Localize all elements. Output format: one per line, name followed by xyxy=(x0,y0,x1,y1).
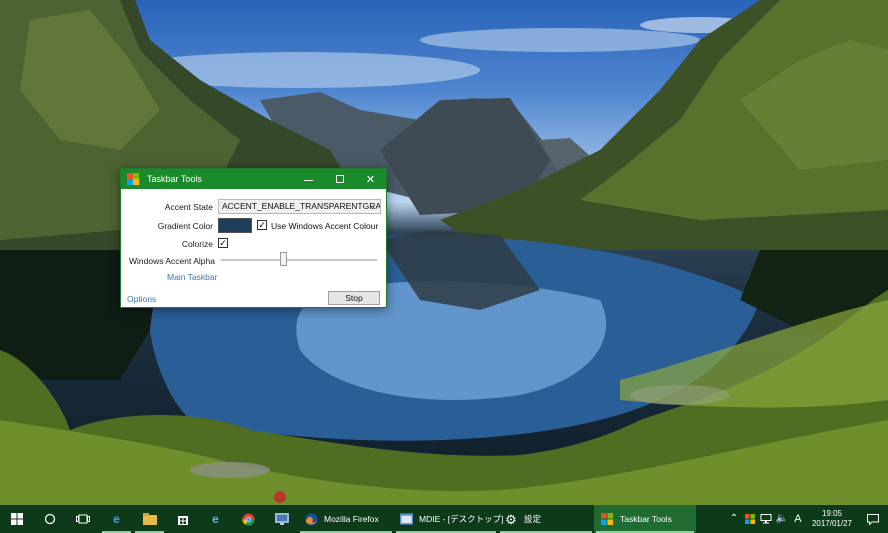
file-explorer-icon xyxy=(142,512,157,526)
ie-icon: e xyxy=(212,512,219,526)
ime-indicator[interactable]: A xyxy=(790,512,806,526)
settings-gear-icon: ⚙ xyxy=(505,511,517,527)
task-view-icon xyxy=(76,512,90,526)
taskbar-app-label: Mozilla Firefox xyxy=(324,514,379,524)
accent-state-value: ACCENT_ENABLE_TRANSPARENTGRAD xyxy=(222,201,381,211)
chrome-taskbar-button[interactable] xyxy=(232,505,265,533)
windows-accent-alpha-label: Windows Accent Alpha xyxy=(129,256,215,266)
maximize-icon xyxy=(335,175,344,183)
window-titlebar[interactable]: Taskbar Tools ✕ xyxy=(121,169,386,189)
minimize-button[interactable] xyxy=(293,169,324,189)
start-button[interactable] xyxy=(0,505,34,533)
colorize-label: Colorize xyxy=(181,239,213,249)
firefox-icon xyxy=(304,512,318,526)
taskbar-app-firefox[interactable]: Mozilla Firefox xyxy=(298,505,394,533)
close-icon: ✕ xyxy=(365,173,376,186)
taskbar-tools-app-icon xyxy=(127,173,139,185)
ie-taskbar-button[interactable]: e xyxy=(199,505,232,533)
system-tray: ⌃ 🔈 A 19:05 2017/01/27 xyxy=(726,505,888,533)
window-body: Accent State ACCENT_ENABLE_TRANSPARENTGR… xyxy=(121,189,386,307)
use-windows-accent-label: Use Windows Accent Colour xyxy=(271,221,379,231)
chrome-icon xyxy=(242,512,256,526)
edge-taskbar-button[interactable]: e xyxy=(100,505,133,533)
clock[interactable]: 19:05 2017/01/27 xyxy=(806,509,858,529)
taskbar-tools-window: Taskbar Tools ✕ Accent State ACCENT_ENAB… xyxy=(120,168,387,308)
tray-app-icon[interactable] xyxy=(742,512,758,526)
taskbar-app-label: 設定 xyxy=(524,514,542,524)
taskbar-app-settings[interactable]: ⚙ 設定 xyxy=(498,505,594,533)
task-view-button[interactable] xyxy=(66,505,100,533)
options-link[interactable]: Options xyxy=(127,294,156,304)
taskbar-app-label: MDIE - [デスクトップ] xyxy=(419,514,504,524)
action-center-button[interactable] xyxy=(858,512,888,526)
remote-app-icon xyxy=(274,512,289,526)
accent-alpha-slider-thumb[interactable] xyxy=(280,252,287,266)
gradient-color-swatch[interactable] xyxy=(218,218,252,233)
minimize-icon xyxy=(304,179,313,181)
accent-state-dropdown[interactable]: ACCENT_ENABLE_TRANSPARENTGRAD ⌄ xyxy=(218,199,381,214)
taskbar-app-label: Taskbar Tools xyxy=(620,514,672,524)
cortana-button[interactable] xyxy=(34,505,66,533)
clock-time: 19:05 xyxy=(821,509,842,518)
store-taskbar-button[interactable] xyxy=(166,505,199,533)
cortana-icon xyxy=(43,512,57,526)
gradient-color-label: Gradient Color xyxy=(157,221,213,231)
taskbar-tools-icon xyxy=(600,512,614,526)
use-windows-accent-checkbox[interactable]: ✓ xyxy=(257,220,267,230)
taskbar-app-taskbar-tools[interactable]: Taskbar Tools xyxy=(594,505,696,533)
show-hidden-icons-chevron-up-icon[interactable]: ⌃ xyxy=(726,512,742,526)
maximize-button[interactable] xyxy=(324,169,355,189)
accent-state-label: Accent State xyxy=(164,202,213,212)
edge-icon: e xyxy=(113,512,120,526)
store-icon xyxy=(176,512,190,526)
network-icon[interactable] xyxy=(758,512,774,526)
close-button[interactable]: ✕ xyxy=(355,169,386,189)
file-explorer-taskbar-button[interactable] xyxy=(133,505,166,533)
window-title: Taskbar Tools xyxy=(147,174,202,184)
main-taskbar-link[interactable]: Main Taskbar xyxy=(167,272,217,282)
mdie-icon xyxy=(400,512,413,526)
stop-button[interactable]: Stop xyxy=(328,291,380,305)
windows-taskbar: e e Mozilla Firefox MDIE - [デスクトップ] ⚙ 設定… xyxy=(0,505,888,533)
chevron-down-icon: ⌄ xyxy=(369,202,376,211)
accent-alpha-slider-track[interactable] xyxy=(221,259,377,261)
colorize-checkbox[interactable]: ✓ xyxy=(218,238,228,248)
clock-date: 2017/01/27 xyxy=(811,519,852,528)
remote-app-taskbar-button[interactable] xyxy=(265,505,298,533)
notification-icon xyxy=(865,512,881,526)
taskbar-app-mdie[interactable]: MDIE - [デスクトップ] xyxy=(394,505,504,533)
start-icon xyxy=(10,512,24,526)
volume-icon[interactable]: 🔈 xyxy=(774,512,790,526)
